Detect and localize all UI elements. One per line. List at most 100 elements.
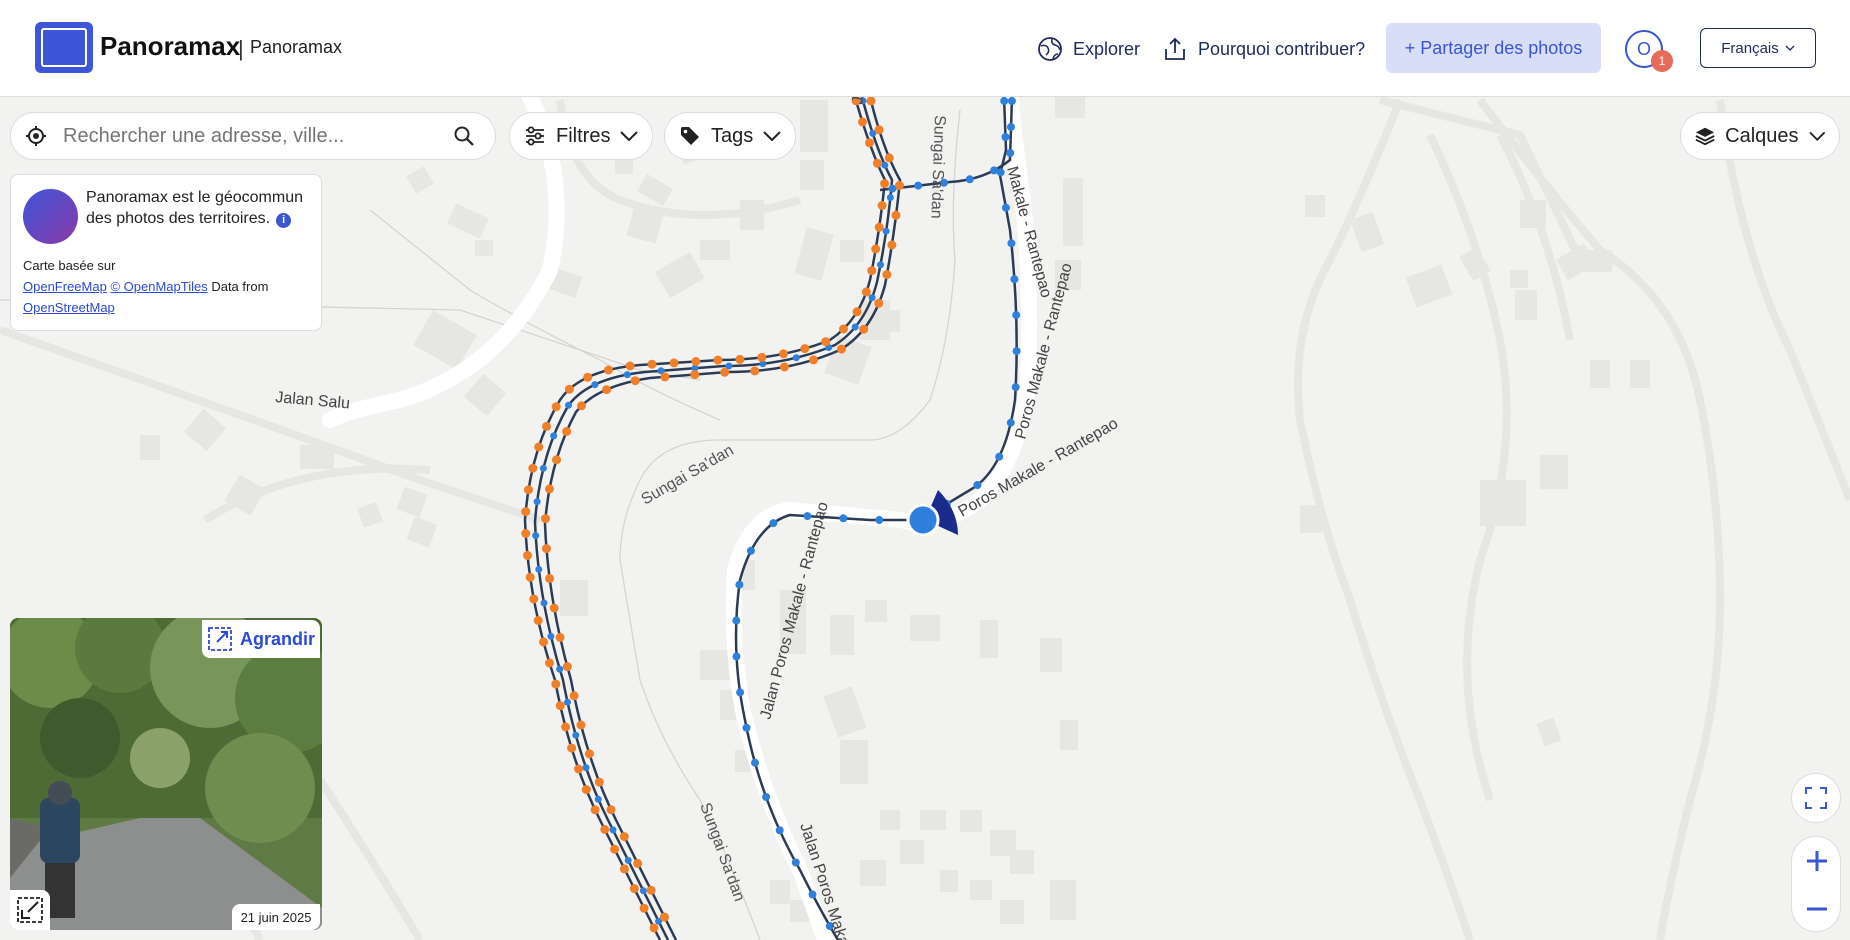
photo-point-blue[interactable] (762, 793, 771, 801)
photo-point-blue[interactable] (564, 698, 571, 706)
photo-point-blue[interactable] (882, 227, 890, 235)
photo-point-orange[interactable] (606, 805, 616, 815)
photo-point-orange[interactable] (625, 361, 635, 371)
photo-point-orange[interactable] (660, 912, 669, 922)
photo-point-blue[interactable] (539, 464, 547, 472)
photo-point-blue[interactable] (1011, 383, 1020, 392)
photo-point-blue[interactable] (1006, 149, 1015, 157)
photo-point-blue[interactable] (877, 261, 884, 269)
layers-button[interactable]: Calques (1680, 112, 1840, 160)
photo-point-blue[interactable] (973, 481, 982, 489)
openstreetmap-link[interactable]: OpenStreetMap (23, 300, 115, 315)
photo-point-orange[interactable] (529, 594, 539, 604)
photo-point-orange[interactable] (562, 662, 572, 672)
tags-button[interactable]: Tags (664, 112, 797, 160)
photo-point-blue[interactable] (886, 194, 894, 201)
photo-point-blue[interactable] (808, 890, 817, 899)
photo-point-blue[interactable] (540, 599, 548, 607)
photo-point-orange[interactable] (660, 372, 670, 382)
photo-point-blue[interactable] (1006, 418, 1015, 427)
photo-point-orange[interactable] (630, 376, 640, 386)
photo-point-orange[interactable] (649, 923, 659, 933)
photo-point-orange[interactable] (669, 358, 679, 368)
photo-point-blue[interactable] (533, 498, 541, 506)
photo-point-orange[interactable] (874, 125, 884, 135)
photo-point-orange[interactable] (633, 858, 643, 868)
photo-point-blue[interactable] (609, 826, 617, 834)
photo-point-blue[interactable] (775, 826, 784, 835)
photo-point-orange[interactable] (874, 222, 884, 232)
photo-point-blue[interactable] (594, 795, 602, 803)
photo-point-orange[interactable] (891, 210, 901, 220)
photo-point-orange[interactable] (545, 658, 554, 668)
photo-point-orange[interactable] (779, 362, 789, 372)
photo-point-blue[interactable] (550, 432, 558, 440)
zoom-in-button[interactable] (1792, 837, 1842, 885)
photo-point-orange[interactable] (534, 442, 544, 452)
photo-point-orange[interactable] (809, 355, 818, 365)
photo-point-blue[interactable] (547, 632, 555, 640)
photo-point-orange[interactable] (887, 240, 897, 250)
photo-point-orange[interactable] (877, 201, 887, 210)
photo-point-orange[interactable] (852, 307, 862, 317)
photo-point-orange[interactable] (567, 743, 577, 753)
photo-point-blue[interactable] (751, 758, 759, 767)
photo-point-orange[interactable] (590, 805, 600, 815)
photo-point-blue[interactable] (851, 323, 859, 331)
photo-point-orange[interactable] (690, 370, 700, 380)
photo-point-orange[interactable] (562, 427, 572, 436)
photo-point-blue[interactable] (1000, 97, 1009, 105)
photo-point-blue[interactable] (572, 731, 580, 739)
photo-point-orange[interactable] (750, 366, 760, 376)
photo-point-blue[interactable] (868, 294, 876, 302)
photo-point-orange[interactable] (647, 359, 657, 369)
photo-point-orange[interactable] (720, 367, 730, 377)
photo-point-orange[interactable] (600, 825, 610, 834)
photo-viewer[interactable] (10, 618, 322, 930)
photo-point-orange[interactable] (533, 616, 543, 625)
photo-point-orange[interactable] (521, 507, 531, 517)
selected-photo-marker[interactable] (906, 503, 940, 537)
search-input[interactable] (61, 123, 441, 149)
photo-point-blue[interactable] (742, 723, 751, 732)
info-icon[interactable]: i (276, 213, 292, 228)
photo-point-orange[interactable] (639, 903, 649, 913)
fullscreen-button[interactable] (1791, 773, 1841, 823)
photo-point-orange[interactable] (837, 344, 846, 354)
photo-point-orange[interactable] (545, 484, 554, 494)
openmaptiles-link[interactable]: © OpenMapTiles (110, 279, 207, 294)
minimize-viewer-button[interactable] (10, 890, 50, 930)
photo-point-orange[interactable] (821, 337, 831, 347)
photo-point-blue[interactable] (1001, 133, 1010, 141)
photo-point-orange[interactable] (895, 181, 904, 190)
photo-point-orange[interactable] (549, 603, 559, 613)
photo-point-blue[interactable] (639, 887, 647, 895)
photo-point-blue[interactable] (1012, 311, 1021, 320)
language-select[interactable]: Français (1700, 28, 1816, 68)
photo-point-orange[interactable] (555, 632, 565, 642)
photo-point-orange[interactable] (564, 384, 574, 394)
photo-point-blue[interactable] (792, 354, 800, 362)
photo-point-blue[interactable] (746, 546, 755, 555)
photo-point-orange[interactable] (735, 354, 745, 364)
photo-point-orange[interactable] (872, 158, 882, 168)
photo-point-blue[interactable] (623, 371, 631, 379)
photo-point-blue[interactable] (1007, 97, 1016, 105)
photo-point-orange[interactable] (594, 777, 604, 787)
nav-why-contribute[interactable]: Pourquoi contribuer? (1162, 36, 1365, 62)
panoramax-logo[interactable] (35, 22, 93, 73)
photo-point-orange[interactable] (610, 844, 620, 854)
photo-point-blue[interactable] (995, 452, 1004, 461)
photo-point-orange[interactable] (757, 352, 767, 362)
photo-point-orange[interactable] (800, 344, 810, 354)
photo-point-orange[interactable] (583, 372, 593, 382)
search-bar[interactable] (10, 112, 496, 160)
photo-point-orange[interactable] (551, 679, 561, 689)
photo-point-orange[interactable] (541, 514, 550, 524)
photo-point-orange[interactable] (577, 401, 586, 411)
photo-point-blue[interactable] (1001, 203, 1010, 212)
photo-point-blue[interactable] (582, 764, 590, 772)
photo-point-blue[interactable] (732, 616, 741, 625)
photo-point-blue[interactable] (1007, 123, 1015, 131)
photo-point-orange[interactable] (545, 573, 555, 583)
